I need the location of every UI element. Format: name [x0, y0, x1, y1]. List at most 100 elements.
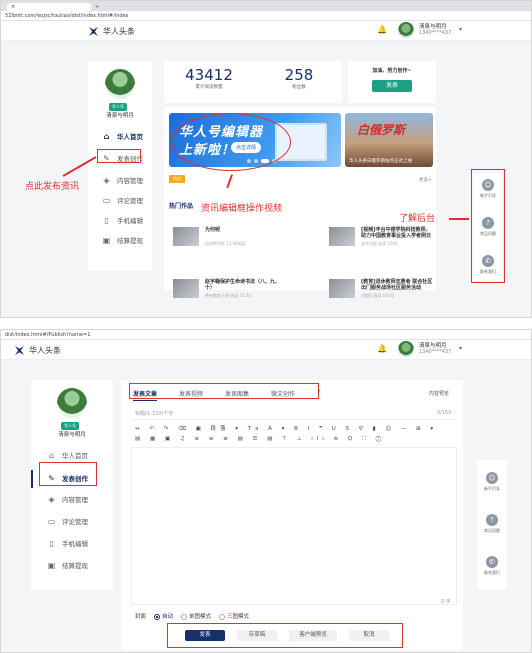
- option-label: 自动: [162, 614, 174, 620]
- user-avatar[interactable]: [398, 22, 414, 38]
- sidebar-item-mobile[interactable]: ▯ 手机编辑: [102, 215, 143, 226]
- person-icon: ☺: [486, 472, 498, 484]
- screenshot-publish: dist/index.html#/Publish?name=1 华人头条 🔔 清…: [0, 329, 532, 653]
- top-header: 华人头条 🔔 清泉与明月 1340****437 ▾: [1, 340, 531, 360]
- highlight-publish-tabs: [129, 383, 319, 399]
- comment-icon: ▭: [102, 195, 111, 205]
- app-title: 华人头条: [29, 346, 61, 355]
- article-item[interactable]: [视频]丰台中德学院科技教师，助力中国教育事业投入学者例日 北京日报 阅读 23…: [329, 227, 439, 249]
- comment-icon: ▭: [47, 516, 56, 526]
- highlight-editor-banner: [171, 113, 291, 171]
- article-title: [教育]退休教师志愿者 联合社区出门服务战场社区服务活动: [361, 279, 433, 291]
- hot-chip[interactable]: 热点: [169, 175, 185, 183]
- stat-label: 粉丝数: [292, 85, 306, 90]
- sidebar: 华人号 清泉与明月 ⌂ 华人首页 ✎ 发表创作 ◈ 内容管理 ▭ 评论管理 ▯ 手机编辑 …: [88, 61, 152, 271]
- rail-label: 新手引导: [484, 486, 500, 491]
- article-thumbnail: [173, 227, 199, 246]
- phone-icon: ▯: [104, 215, 109, 225]
- publish-card: 加油、努力创作~ 发表: [348, 61, 436, 103]
- stat-value: 43412: [185, 66, 233, 84]
- user-avatar[interactable]: [398, 341, 414, 357]
- wallet-icon: ▣: [47, 560, 56, 570]
- sidebar-item-content[interactable]: ◈ 内容管理: [102, 175, 143, 186]
- sidebar-item-content[interactable]: ◈ 内容管理: [47, 494, 88, 505]
- contact-link[interactable]: ✆ 联系我们: [477, 556, 507, 576]
- article-thumbnail: [329, 279, 355, 298]
- annotation-editor-video: 资讯编辑框操作视频: [201, 204, 283, 214]
- sidebar-item-comments[interactable]: ▭ 评论管理: [47, 516, 88, 527]
- stat-value: 258: [284, 66, 314, 84]
- article-thumbnail: [173, 279, 199, 298]
- editor-body[interactable]: [131, 447, 457, 605]
- sidebar-item-label: 华人首页: [62, 452, 88, 460]
- article-item[interactable]: 为何呢 迈阿密华侨 13:49阅读: [173, 227, 293, 249]
- cover-label: 封面: [135, 614, 147, 620]
- phone-icon: ▯: [49, 538, 54, 548]
- profile-badge: 华人号: [109, 103, 127, 111]
- close-tab-icon[interactable]: ×: [11, 3, 15, 11]
- article-item[interactable]: 赵宇翰保护生命诗书法（八、九、十） 德州教育十期 阅读 21:35: [173, 279, 293, 301]
- rail-label: 常见问题: [484, 528, 500, 533]
- section-title: 热门作品: [169, 203, 194, 210]
- belarus-banner[interactable]: 白俄罗斯 华人头条白俄罗斯站点正式上线: [345, 113, 433, 167]
- address-bar[interactable]: 52lbntt.com/wzjsc/toutiao/dist/index.htm…: [1, 11, 531, 21]
- belarus-caption: 华人头条白俄罗斯站点正式上线: [349, 159, 412, 164]
- new-tab-icon[interactable]: +: [95, 3, 99, 11]
- title-counter: 0/150: [437, 410, 452, 416]
- home-icon: ⌂: [48, 450, 55, 460]
- cover-row: 封面 自动 单图模式 三图模式: [135, 612, 249, 620]
- annotation-backend: 了解后台: [399, 214, 436, 224]
- more-link[interactable]: 更多>: [419, 177, 432, 183]
- stats-card: 43412 累计阅读数量 258 粉丝数: [164, 61, 342, 103]
- app-logo[interactable]: 华人头条: [15, 345, 61, 356]
- profile-badge: 华人号: [61, 422, 79, 430]
- screenshot-home: × + 52lbntt.com/wzjsc/toutiao/dist/index…: [0, 0, 532, 318]
- sidebar-item-mobile[interactable]: ▯ 手机编辑: [47, 538, 88, 549]
- user-phone: 1340****437: [419, 30, 452, 36]
- highlight-publish-nav: [97, 149, 141, 163]
- stat-reads: 43412 累计阅读数量: [174, 66, 244, 90]
- highlight-action-buttons: [167, 623, 403, 648]
- top-header: 华人头条 🔔 清泉与明月 1340****437 ▾: [1, 21, 531, 41]
- browser-tab[interactable]: × +: [7, 3, 99, 11]
- chevron-down-icon[interactable]: ▾: [459, 345, 462, 352]
- cover-option-auto[interactable]: 自动: [154, 612, 173, 620]
- sidebar-item-home[interactable]: ⌂ 华人首页: [102, 131, 143, 142]
- address-bar[interactable]: dist/index.html#/Publish?name=1: [1, 330, 531, 340]
- stat-fans: 258 粉丝数: [264, 66, 334, 90]
- layers-icon: ◈: [103, 175, 110, 185]
- title-input[interactable]: 标题(1-150)个字: [135, 410, 173, 417]
- sidebar-item-home[interactable]: ⌂ 华人首页: [47, 450, 88, 461]
- publish-button[interactable]: 发表: [372, 80, 412, 92]
- cover-option-triple[interactable]: 三图模式: [219, 612, 249, 620]
- article-item[interactable]: [教育]退休教师志愿者 联合社区出门服务战场社区服务活动 (视频) 阅读 19:…: [329, 279, 439, 301]
- layers-icon: ◈: [48, 494, 55, 504]
- faq-link[interactable]: ? 常见问题: [477, 514, 507, 534]
- stat-label: 累计阅读数量: [195, 85, 223, 90]
- editor-toolbar-row1[interactable]: ↔ ↶ ↷ ⌫ ▣ 段落 ▾ Tx A ▾ B I ❞ U S ⚲ ▮ ☺ — …: [135, 424, 437, 432]
- cover-option-single[interactable]: 单图模式: [181, 612, 211, 620]
- guide-link[interactable]: ☺ 新手引导: [477, 472, 507, 492]
- browser-tab-strip: × +: [1, 1, 531, 11]
- wallet-icon: ▣: [102, 235, 111, 245]
- publish-slogan: 加油、努力创作~: [372, 68, 412, 74]
- sidebar-item-wallet[interactable]: ▣ 结算提现: [47, 560, 88, 571]
- article-title: 赵宇翰保护生命诗书法（八、九、十）: [205, 279, 281, 291]
- editor-toolbar-row2[interactable]: ▤ ▦ ▣ ♫ ≡ ≡ ≡ ▤ ☰ ▤ ⊤ ⊥ ılı ≋ Q ⛶ ⓘ: [135, 436, 385, 443]
- article-thumbnail: [329, 227, 355, 246]
- article-title: [视频]丰台中德学院科技教师，助力中国教育事业投入学者例日: [361, 227, 432, 239]
- profile-avatar: [57, 388, 87, 418]
- sidebar-item-comments[interactable]: ▭ 评论管理: [102, 195, 143, 206]
- sidebar-item-wallet[interactable]: ▣ 结算提现: [102, 235, 143, 246]
- help-rail: ☺ 新手引导 ? 常见问题 ✆ 联系我们: [477, 460, 507, 590]
- bell-icon[interactable]: 🔔: [377, 25, 387, 34]
- app-logo[interactable]: 华人头条: [89, 26, 135, 37]
- preview-link[interactable]: 内容预览: [429, 390, 449, 397]
- bell-icon[interactable]: 🔔: [377, 344, 387, 353]
- chevron-down-icon[interactable]: ▾: [459, 26, 462, 33]
- sidebar-item-label: 评论管理: [62, 518, 88, 526]
- active-indicator: [31, 470, 33, 488]
- radio-icon: [219, 613, 226, 620]
- sidebar-item-label: 华人首页: [117, 133, 143, 141]
- logo-icon: [89, 27, 98, 36]
